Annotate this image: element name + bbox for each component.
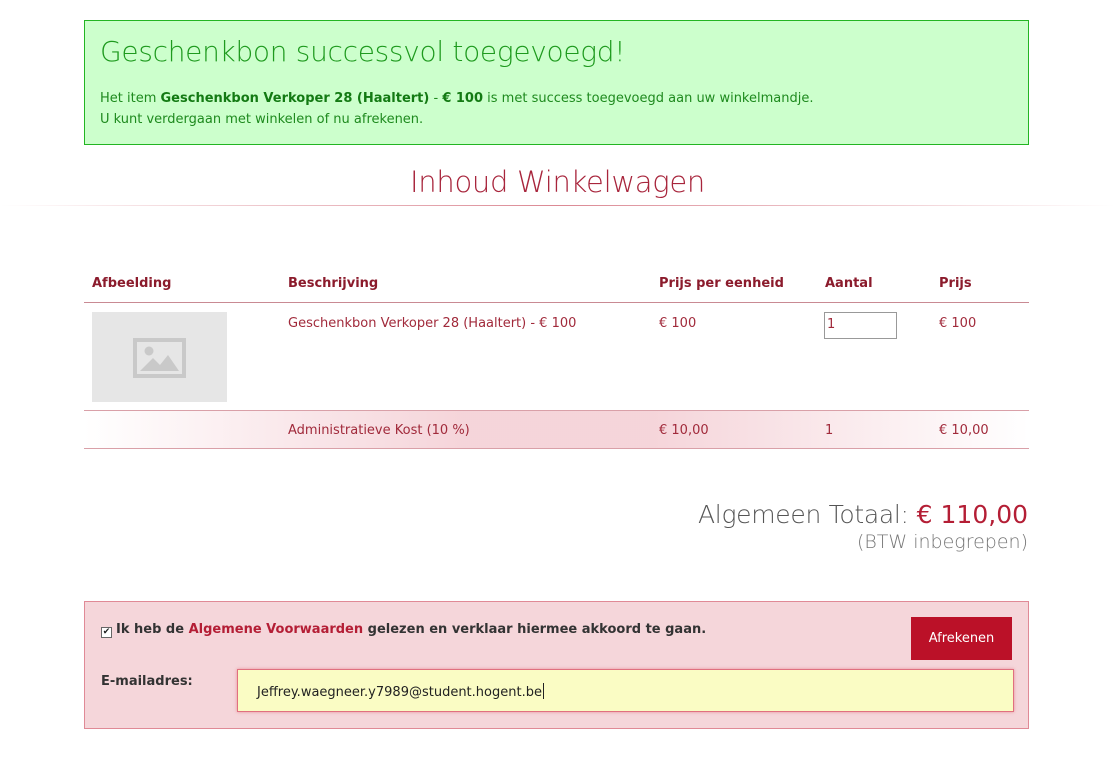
grand-total-amount: € 110,00 (916, 500, 1028, 529)
quantity-input[interactable]: 1 (824, 312, 897, 339)
item-unit-price: € 100 (659, 316, 697, 331)
column-header-image: Afbeelding (92, 276, 172, 291)
title-divider (0, 205, 1115, 206)
column-header-quantity: Aantal (825, 276, 873, 291)
alert-message: Het item Geschenkbon Verkoper 28 (Haalte… (100, 91, 813, 106)
terms-prefix: Ik heb de (116, 622, 189, 637)
grand-total: Algemeen Totaal: € 110,00 (BTW inbegrepen… (698, 500, 1028, 553)
terms-agreement: ✔ Ik heb de Algemene Voorwaarden gelezen … (101, 622, 706, 638)
email-label: E-mailadres: (101, 674, 193, 689)
table-row: Geschenkbon Verkoper 28 (Haaltert) - € 1… (84, 303, 1029, 411)
alert-title: Geschenkbon successvol toegevoegd! (100, 35, 626, 68)
text-cursor (542, 683, 544, 699)
table-row-fee: Administratieve Kost (10 %) € 10,00 1 € … (84, 411, 1029, 449)
alert-message-prefix: Het item (100, 91, 161, 106)
table-header: Afbeelding Beschrijving Prijs per eenhei… (84, 265, 1029, 303)
vat-note: (BTW inbegrepen) (856, 531, 1028, 553)
fee-price: € 10,00 (939, 423, 989, 438)
terms-checkbox[interactable]: ✔ (101, 627, 112, 638)
column-header-unit-price: Prijs per eenheid (659, 276, 784, 291)
image-placeholder-icon (133, 338, 186, 378)
alert-hint: U kunt verdergaan met winkelen of nu afr… (100, 112, 424, 127)
product-thumbnail (92, 312, 227, 402)
alert-message-separator: - (429, 91, 443, 106)
fee-unit-price: € 10,00 (659, 423, 709, 438)
terms-link[interactable]: Algemene Voorwaarden (189, 622, 364, 637)
column-header-description: Beschrijving (288, 276, 379, 291)
page-title: Inhoud Winkelwagen (410, 165, 705, 199)
fee-description: Administratieve Kost (10 %) (288, 423, 470, 438)
column-header-price: Prijs (939, 276, 972, 291)
alert-message-suffix: is met success toegevoegd aan uw winkelm… (483, 91, 814, 106)
terms-suffix: gelezen en verklaar hiermee akkoord te g… (363, 622, 707, 637)
grand-total-label: Algemeen Totaal: (698, 500, 909, 529)
item-price: € 100 (939, 316, 977, 331)
item-description: Geschenkbon Verkoper 28 (Haaltert) - € 1… (288, 316, 577, 331)
success-alert: Geschenkbon successvol toegevoegd! Het i… (84, 20, 1029, 145)
checkout-panel: ✔ Ik heb de Algemene Voorwaarden gelezen … (84, 601, 1029, 729)
alert-item-price: € 100 (442, 91, 484, 106)
alert-item-name: Geschenkbon Verkoper 28 (Haaltert) (160, 91, 430, 106)
email-value: Jeffrey.waegneer.y7989@student.hogent.be (257, 685, 542, 700)
email-field[interactable]: Jeffrey.waegneer.y7989@student.hogent.be (237, 669, 1014, 712)
cart-table: Afbeelding Beschrijving Prijs per eenhei… (84, 265, 1029, 449)
checkout-button[interactable]: Afrekenen (911, 617, 1012, 660)
fee-quantity: 1 (825, 423, 834, 438)
